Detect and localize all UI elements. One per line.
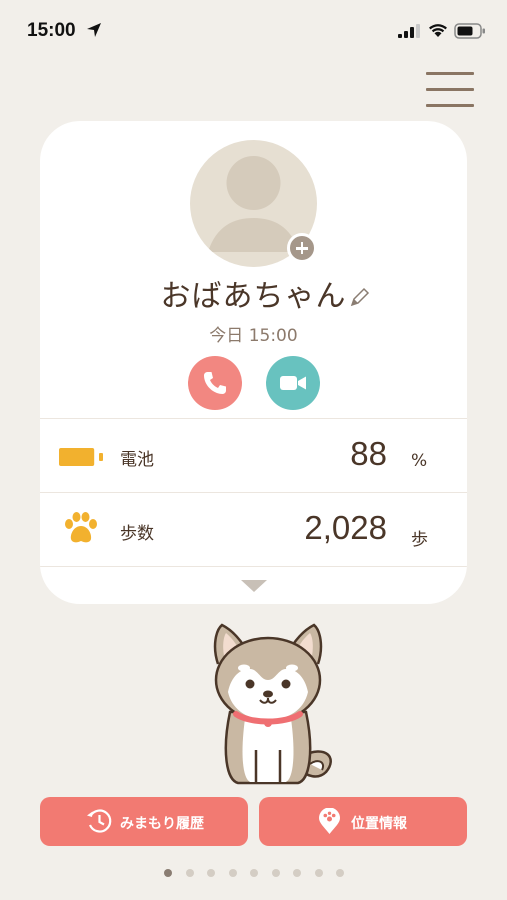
- page-dot[interactable]: [250, 869, 258, 877]
- page-indicator: [164, 869, 354, 879]
- status-bar: 15:00: [0, 0, 507, 62]
- add-photo-button[interactable]: [287, 233, 317, 263]
- profile-card: おばあちゃん 今日 15:00 電池 88 % 歩数 2,028 歩: [40, 121, 467, 604]
- page-dot[interactable]: [164, 869, 172, 877]
- profile-name-row: おばあちゃん: [40, 271, 467, 315]
- status-time: 15:00: [27, 20, 76, 41]
- page-dot[interactable]: [271, 869, 280, 877]
- last-updated-time: 今日 15:00: [209, 326, 298, 346]
- battery-unit: %: [411, 451, 428, 471]
- chevron-down-icon[interactable]: [240, 579, 268, 593]
- page-dot[interactable]: [207, 869, 215, 877]
- menu-button[interactable]: [426, 72, 474, 108]
- page-dot[interactable]: [336, 869, 344, 877]
- watch-history-button[interactable]: みまもり履歴: [40, 797, 248, 846]
- phone-call-button[interactable]: [188, 356, 242, 410]
- battery-level-icon: [59, 448, 103, 466]
- battery-fill: [59, 448, 95, 466]
- location-label: 位置情報: [351, 816, 407, 832]
- watch-history-label: みまもり履歴: [120, 816, 204, 832]
- map-pin-icon: [319, 808, 340, 834]
- divider: [40, 566, 467, 567]
- page-dot[interactable]: [228, 869, 237, 877]
- steps-unit: 歩: [411, 530, 428, 550]
- shiba-dog-illustration: [213, 623, 332, 785]
- phone-icon: [204, 372, 226, 394]
- battery-label: 電池: [120, 450, 154, 470]
- page-dot[interactable]: [293, 869, 301, 877]
- page-dot[interactable]: [185, 869, 194, 877]
- battery-row: 電池 88 %: [40, 418, 467, 492]
- pencil-icon[interactable]: [349, 286, 371, 308]
- history-clock-icon: [87, 809, 112, 833]
- video-call-button[interactable]: [266, 356, 320, 410]
- location-button[interactable]: 位置情報: [259, 797, 467, 846]
- hamburger-menu-icon: [426, 88, 474, 91]
- page-dot[interactable]: [314, 869, 323, 877]
- location-arrow-icon: [87, 23, 101, 37]
- battery-icon: [454, 23, 485, 39]
- wifi-icon: [429, 24, 447, 37]
- hamburger-menu-icon: [426, 72, 474, 75]
- steps-value: 2,028: [304, 509, 387, 546]
- cellular-signal-icon: [398, 24, 420, 38]
- video-camera-icon: [280, 376, 306, 390]
- hamburger-menu-icon: [426, 104, 474, 107]
- steps-label: 歩数: [120, 524, 154, 544]
- steps-row: 歩数 2,028 歩: [40, 492, 467, 566]
- paw-icon: [65, 512, 97, 543]
- battery-value: 88: [350, 435, 387, 472]
- profile-name: おばあちゃん: [160, 279, 347, 314]
